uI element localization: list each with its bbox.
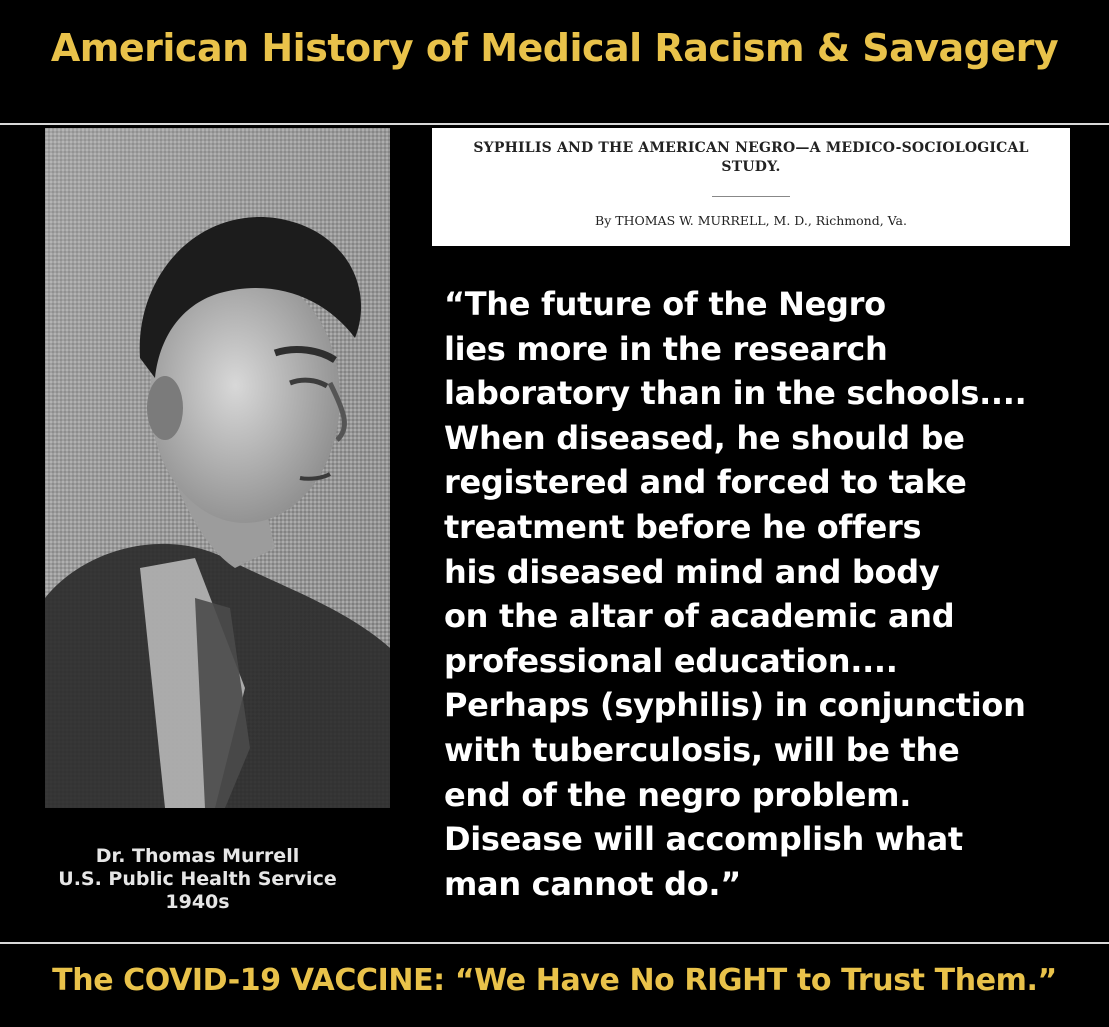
quote-line: professional education....	[444, 641, 898, 680]
quote-line: on the altar of academic and	[444, 597, 955, 636]
portrait-photo	[45, 128, 390, 808]
quote-block: “The future of the Negro lies more in the…	[444, 282, 1084, 906]
quote-line: lies more in the research	[444, 329, 888, 368]
portrait-illustration	[45, 128, 390, 808]
clipping-title-line-1: SYPHILIS AND THE AMERICAN NEGRO—A MEDICO…	[473, 140, 1029, 156]
quote-line: treatment before he offers	[444, 507, 922, 546]
clipping-byline: By THOMAS W. MURRELL, M. D., Richmond, V…	[595, 213, 907, 228]
clipping-title-line-2: STUDY.	[721, 159, 781, 175]
bottom-divider	[0, 942, 1109, 944]
quote-line: Perhaps (syphilis) in conjunction	[444, 686, 1026, 725]
quote-line: When diseased, he should be	[444, 418, 965, 457]
quote-line: “The future of the Negro	[444, 285, 886, 323]
quote-line: Disease will accomplish what	[444, 820, 963, 859]
caption-affiliation: U.S. Public Health Service	[58, 868, 337, 890]
article-clipping: SYPHILIS AND THE AMERICAN NEGRO—A MEDICO…	[432, 128, 1070, 246]
clipping-title: SYPHILIS AND THE AMERICAN NEGRO—A MEDICO…	[432, 139, 1070, 177]
quote-line: man cannot do.”	[444, 864, 741, 903]
quote-line: end of the negro problem.	[444, 775, 912, 814]
clipping-divider	[712, 196, 790, 197]
quote-line: his diseased mind and body	[444, 552, 940, 591]
page-title: American History of Medical Racism & Sav…	[50, 26, 1059, 70]
photo-caption: Dr. Thomas Murrell U.S. Public Health Se…	[45, 845, 350, 914]
caption-era: 1940s	[165, 891, 230, 913]
quote-line: registered and forced to take	[444, 463, 967, 502]
quote-line: laboratory than in the schools....	[444, 374, 1027, 413]
quote-line: with tuberculosis, will be the	[444, 730, 960, 769]
top-divider	[0, 123, 1109, 125]
caption-name: Dr. Thomas Murrell	[95, 845, 300, 867]
footer-slogan: The COVID-19 VACCINE: “We Have No RIGHT …	[52, 963, 1057, 998]
